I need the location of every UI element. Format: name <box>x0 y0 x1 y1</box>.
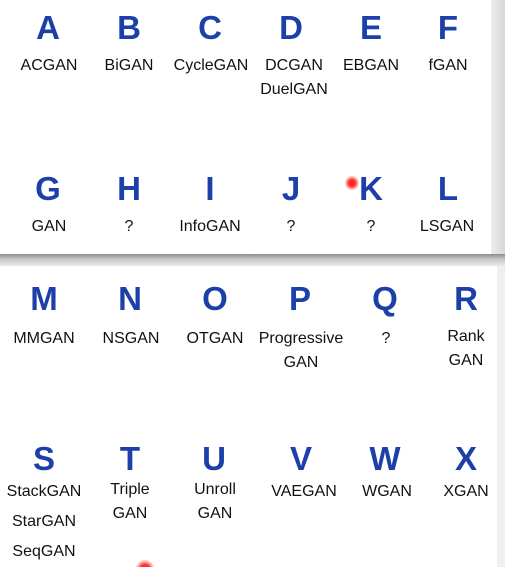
letter-j: J <box>281 170 301 207</box>
letter-q: Q <box>372 280 398 317</box>
name-fgan: fGAN <box>428 57 468 74</box>
letter-v: V <box>289 440 312 477</box>
letter-n: N <box>118 280 142 317</box>
name-unroll-gan: GAN <box>197 505 233 522</box>
letter-d: D <box>279 9 303 46</box>
laser-pointer-dot <box>345 176 359 190</box>
letter-w: W <box>369 440 401 477</box>
letter-x: X <box>454 440 477 477</box>
name-xgan: XGAN <box>443 483 489 500</box>
letter-u: U <box>202 440 226 477</box>
name-seqgan: SeqGAN <box>12 543 76 560</box>
letter-o: O <box>202 280 228 317</box>
name-lsgan: LSGAN <box>419 218 475 235</box>
letter-e: E <box>359 9 382 46</box>
letter-c: C <box>198 9 222 46</box>
top-slide: A B C D E F ACGAN BiGAN CycleGAN DCGAN D… <box>0 0 505 254</box>
letter-a: A <box>36 9 60 46</box>
letter-h: H <box>117 170 141 207</box>
name-duelgan: DuelGAN <box>260 81 328 98</box>
name-progressive-gan: GAN <box>283 354 319 371</box>
letter-m: M <box>30 280 58 317</box>
slide-edge <box>497 266 505 567</box>
bottom-slide: M N O P Q R MMGAN NSGAN OTGAN Progressiv… <box>0 266 505 567</box>
name-rank-gan: GAN <box>448 352 484 369</box>
letter-f: F <box>437 9 459 46</box>
letter-p: P <box>288 280 311 317</box>
letter-s: S <box>32 440 55 477</box>
letter-g: G <box>35 170 61 207</box>
laser-pointer-dot <box>136 560 154 567</box>
letter-r: R <box>454 280 478 317</box>
letter-t: T <box>119 440 141 477</box>
name-rank: Rank <box>447 328 485 345</box>
letter-i: I <box>205 170 215 207</box>
letter-b: B <box>117 9 141 46</box>
letter-l: L <box>437 170 459 207</box>
slide-divider <box>0 254 505 266</box>
